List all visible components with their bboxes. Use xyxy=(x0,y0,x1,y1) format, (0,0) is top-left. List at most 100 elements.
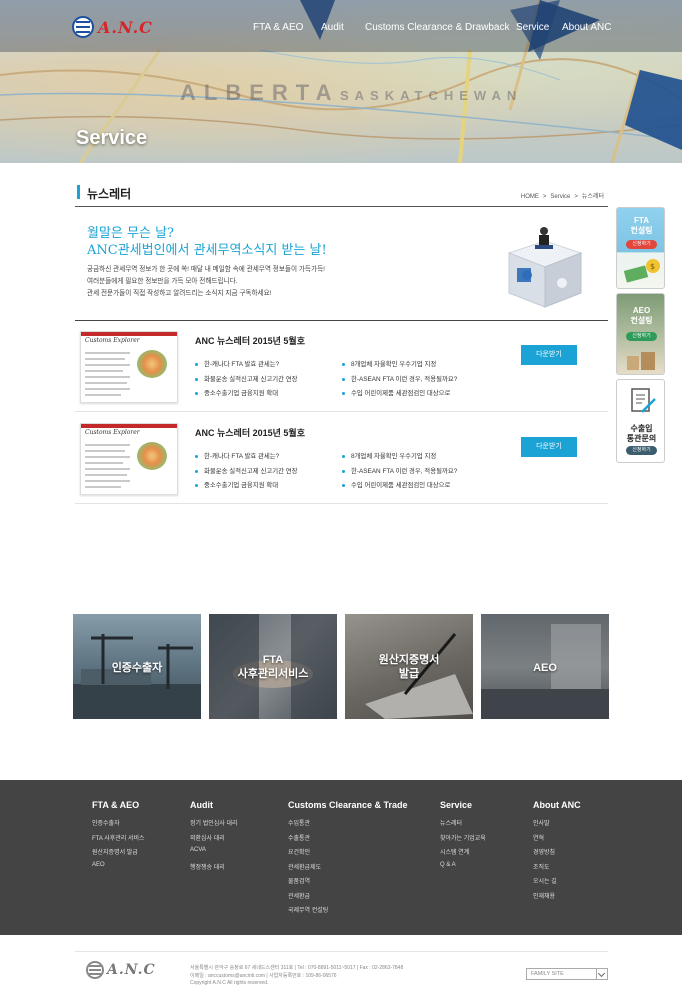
newsletter-topic: 화물운송 실적신고제 신고기간 연장 xyxy=(195,374,298,383)
money-icon: $ xyxy=(623,259,660,283)
apply-pill[interactable]: 신청하기 xyxy=(626,446,657,455)
footer-link[interactable]: 행정쟁송 대리 xyxy=(190,862,238,877)
newsletter-topic: 중소수출기업 금융지원 확대 xyxy=(195,388,278,397)
tile-label: 인증수출자 xyxy=(111,662,163,674)
svg-text:SASKATCHEWAN: SASKATCHEWAN xyxy=(340,88,522,103)
globe-logo-icon xyxy=(86,961,104,979)
chevron-right-icon: > xyxy=(574,194,578,200)
footer-column: Audit 정기 법인심사 대리 외환심사 대리 ACVA 행정쟁송 대리 xyxy=(190,800,238,876)
footer-link[interactable]: Q & A xyxy=(440,862,486,877)
tile-aeo[interactable]: AEO xyxy=(481,614,609,719)
newsletter-item: Customs Explorer ANC 뉴스레터 2015년 5월호 한-캐나… xyxy=(75,321,608,412)
footer-link[interactable]: 찾아가는 기업교육 xyxy=(440,833,486,848)
breadcrumb: HOME > Service > 뉴스레터 xyxy=(521,191,604,200)
intro-line: 관세 전문가들이 직접 작성하고 알려드리는 소식지 지금 구독하세요! xyxy=(87,290,272,297)
page-heading: 뉴스레터 HOME > Service > 뉴스레터 xyxy=(75,185,608,207)
newsletter-topic: 수입 어린이제품 세관점검인 대상으로 xyxy=(342,388,450,397)
download-button[interactable]: 다운받기 xyxy=(521,437,577,457)
footer-column: Service 뉴스레터 찾아가는 기업교육 시스템 연계 Q & A xyxy=(440,800,486,876)
footer-link[interactable]: 관세환급 xyxy=(288,891,408,906)
footer-column: About ANC 인사말 연혁 경영방침 조직도 오시는 길 인재채용 xyxy=(533,800,581,905)
family-site-select[interactable]: FAMILY SITE xyxy=(526,968,608,980)
footer-link[interactable]: 국제무역 컨설팅 xyxy=(288,905,408,920)
footer-link[interactable]: 시스템 연계 xyxy=(440,847,486,862)
footer-link[interactable]: 외환심사 대리 xyxy=(190,833,238,848)
puzzle-cube-illustration xyxy=(507,227,583,308)
newsletter-topic: 수입 어린이제품 세관점검인 대상으로 xyxy=(342,480,450,489)
svg-text:$: $ xyxy=(650,262,655,271)
blocks-icon xyxy=(627,352,655,370)
nav-item-service[interactable]: Service xyxy=(516,22,549,33)
intro-line: 궁금하신 관세무역 정보가 한 곳에 쏙! 매달 내 메일함 속에 관세무역 정… xyxy=(87,266,325,273)
footer-link[interactable]: 연혁 xyxy=(533,833,581,848)
company-address: 서울특별시 관악구 승정로 67 세네드스센터 311호 | Tel : 070… xyxy=(190,965,404,971)
nav-item-customs[interactable]: Customs Clearance & Drawback xyxy=(365,22,510,33)
footer-link[interactable]: 인사말 xyxy=(533,818,581,833)
newsletter-topic: 8개업체 자율확인 우수기업 지정 xyxy=(342,359,436,368)
side-label: 통관문의 xyxy=(626,434,657,443)
thumbnail-red-band xyxy=(81,424,177,428)
nav-item-audit[interactable]: Audit xyxy=(321,22,344,33)
family-site-label: FAMILY SITE xyxy=(531,971,564,977)
tile-label: 원산지증명서 xyxy=(378,654,440,666)
tile-label: 발급 xyxy=(398,668,420,680)
breadcrumb-current: 뉴스레터 xyxy=(581,194,604,200)
newsletter-topic: 중소수출기업 금융지원 확대 xyxy=(195,480,278,489)
breadcrumb-service[interactable]: Service xyxy=(550,194,570,200)
newsletter-topic: 한-캐나다 FTA 발효 관세는? xyxy=(195,359,279,368)
apply-pill[interactable]: 신청하기 xyxy=(626,240,657,249)
newsletter-item: Customs Explorer ANC 뉴스레터 2015년 5월호 한-캐나… xyxy=(75,413,608,504)
thumbnail-title: Customs Explorer xyxy=(85,337,140,344)
footer-heading[interactable]: About ANC xyxy=(533,800,581,810)
apply-pill[interactable]: 신청하기 xyxy=(626,332,657,341)
footer-sitemap: FTA & AEO 인증수출자 FTA 사후관리 서비스 원산지증명서 발급 A… xyxy=(0,780,682,935)
footer-link[interactable]: ACVA xyxy=(190,847,238,862)
footer-link[interactable]: 수출통관 xyxy=(288,833,408,848)
tree-illustration xyxy=(137,350,167,378)
footer-link[interactable]: 원산지증명서 발급 xyxy=(92,847,145,862)
footer-heading[interactable]: Audit xyxy=(190,800,238,810)
tile-certificate-of-origin[interactable]: 원산지증명서 발급 xyxy=(345,614,473,719)
newsletter-title[interactable]: ANC 뉴스레터 2015년 5월호 xyxy=(195,426,305,439)
nav-item-about[interactable]: About ANC xyxy=(562,22,611,33)
footer-link[interactable]: 물품검역 xyxy=(288,876,408,891)
footer-link[interactable]: 조직도 xyxy=(533,862,581,877)
nav-item-fta-aeo[interactable]: FTA & AEO xyxy=(253,22,303,33)
chevron-down-icon xyxy=(596,969,607,979)
footer-link[interactable]: 뉴스레터 xyxy=(440,818,486,833)
footer-logo-text: A.N.C xyxy=(107,962,156,978)
side-label: 컨설팅 xyxy=(630,316,653,325)
footer-link[interactable]: FTA 사후관리 서비스 xyxy=(92,833,145,848)
newsletter-thumbnail[interactable]: Customs Explorer xyxy=(80,423,178,495)
newsletter-thumbnail[interactable]: Customs Explorer xyxy=(80,331,178,403)
footer-heading[interactable]: Customs Clearance & Trade xyxy=(288,800,408,810)
chevron-right-icon: > xyxy=(542,194,547,200)
footer-link[interactable]: 인재채용 xyxy=(533,891,581,906)
side-customs-inquiry[interactable]: 수출입 통관문의 신청하기 xyxy=(616,379,665,463)
side-label: AEO xyxy=(632,306,651,315)
footer-link[interactable]: AEO xyxy=(92,862,145,877)
footer-heading[interactable]: Service xyxy=(440,800,486,810)
footer-bottom: A.N.C 서울특별시 관악구 승정로 67 세네드스센터 311호 | Tel… xyxy=(0,935,682,999)
footer-link[interactable]: 경영방침 xyxy=(533,847,581,862)
main-nav: FTA & AEO Audit Customs Clearance & Draw… xyxy=(0,22,682,36)
side-aeo-consulting[interactable]: AEO 컨설팅 신청하기 xyxy=(616,293,665,375)
breadcrumb-home[interactable]: HOME xyxy=(521,194,539,200)
page-title: 뉴스레터 xyxy=(87,187,132,201)
footer-link[interactable]: 수입통관 xyxy=(288,818,408,833)
side-fta-consulting[interactable]: FTA 컨설팅 신청하기 $ xyxy=(616,207,665,289)
footer-link[interactable]: 요건확인 xyxy=(288,847,408,862)
tile-fta-after-service[interactable]: FTA 사후관리서비스 xyxy=(209,614,337,719)
intro-description: 궁금하신 관세무역 정보가 한 곳에 쏙! 매달 내 메일함 속에 관세무역 정… xyxy=(87,264,325,300)
footer-heading[interactable]: FTA & AEO xyxy=(92,800,145,810)
newsletter-topic: 화물운송 실적신고제 신고기간 연장 xyxy=(195,466,298,475)
newsletter-title[interactable]: ANC 뉴스레터 2015년 5월호 xyxy=(195,334,305,347)
footer-link[interactable]: 정기 법인심사 대리 xyxy=(190,818,238,833)
footer-link[interactable]: 관세환급제도 xyxy=(288,862,408,877)
thumbnail-title: Customs Explorer xyxy=(85,429,140,436)
tile-certified-exporter[interactable]: 인증수출자 xyxy=(73,614,201,719)
newsletter-topic: 한-ASEAN FTA 이런 경우, 적용될까요? xyxy=(342,374,457,383)
footer-link[interactable]: 오시는 길 xyxy=(533,876,581,891)
footer-link[interactable]: 인증수출자 xyxy=(92,818,145,833)
download-button[interactable]: 다운받기 xyxy=(521,345,577,365)
